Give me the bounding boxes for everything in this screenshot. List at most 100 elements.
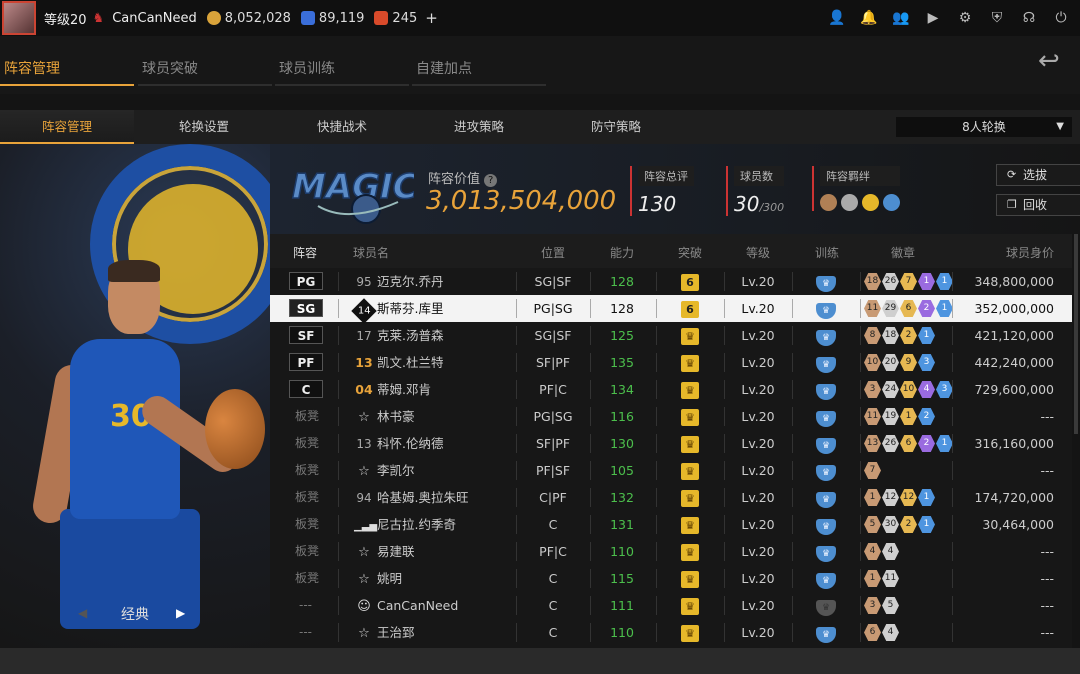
select-button[interactable]: ⟳ 选拔 — [996, 164, 1080, 186]
player-name[interactable]: 斯蒂芬.库里 — [377, 295, 443, 322]
video-icon[interactable]: ▶ — [922, 7, 944, 29]
table-row[interactable]: 板凳 ☆ 姚明 C 115 ♛ Lv.20 ♛ 1 11 --- — [270, 565, 1072, 592]
col-badges[interactable]: 徽章 — [891, 244, 915, 261]
training-shield-icon[interactable]: ♛ — [816, 600, 836, 616]
tab-player-breakthrough[interactable]: 球员突破 — [138, 52, 272, 86]
table-row[interactable]: 板凳 94 哈基姆.奥拉朱旺 C|PF 132 ♛ Lv.20 ♛ 1 12 12 1… — [270, 484, 1072, 511]
training-shield-icon[interactable]: ♛ — [816, 330, 836, 346]
player-name[interactable]: 科怀.伦纳德 — [377, 430, 443, 457]
training-shield-icon[interactable]: ♛ — [816, 627, 836, 643]
player-name[interactable]: 尼古拉.约季奇 — [377, 511, 456, 538]
crown-icon: ♛ — [681, 571, 699, 588]
table-row[interactable]: SF 17 克莱.汤普森 SG|SF 125 ♛ Lv.20 ♛ 8 18 2 1 4… — [270, 322, 1072, 349]
table-row[interactable]: 板凳 ☆ 易建联 PF|C 110 ♛ Lv.20 ♛ 44 --- — [270, 538, 1072, 565]
player-position: SF|PF — [535, 355, 571, 370]
table-row[interactable]: PF 13 凯文.杜兰特 SF|PF 135 ♛ Lv.20 ♛ 10 20 9 3 … — [270, 349, 1072, 376]
badge-hex: 30 — [882, 516, 899, 533]
table-row[interactable]: SG 14 斯蒂芬.库里 PG|SG 128 6 Lv.20 ♛ 11 29 6 2 1… — [270, 295, 1072, 324]
badge-hex: 11 — [864, 408, 881, 425]
col-level[interactable]: 等级 — [746, 244, 770, 261]
table-row[interactable]: --- ☺ CanCanNeed C 111 ♛ Lv.20 ♛ 35 --- — [270, 592, 1072, 619]
user-icon[interactable]: 👤 — [826, 7, 848, 29]
table-row[interactable]: PG 95 迈克尔.乔丹 SG|SF 128 6 Lv.20 ♛ 18 26 7 1 1… — [270, 268, 1072, 295]
player-name[interactable]: 姚明 — [377, 565, 402, 592]
friends-icon[interactable]: 👥 — [890, 7, 912, 29]
col-slot[interactable]: 阵容 — [293, 244, 317, 261]
recycle-button[interactable]: ❐ 回收 — [996, 194, 1080, 216]
col-training[interactable]: 训练 — [815, 244, 839, 261]
table-scrollbar[interactable] — [1074, 234, 1078, 434]
next-style-arrow-icon[interactable]: ▶ — [176, 606, 185, 620]
training-shield-icon[interactable]: ♛ — [816, 573, 836, 589]
player-name[interactable]: 蒂姆.邓肯 — [377, 376, 431, 403]
training-shield-icon[interactable]: ♛ — [816, 465, 836, 481]
training-shield-icon[interactable]: ♛ — [816, 411, 836, 427]
tab-player-training[interactable]: 球员训练 — [275, 52, 409, 86]
training-shield-icon[interactable]: ♛ — [816, 546, 836, 562]
player-market-value: 421,120,000 — [974, 328, 1054, 343]
bell-icon[interactable]: 🔔 — [858, 7, 880, 29]
table-row[interactable]: 板凳 13 科怀.伦纳德 SF|PF 130 ♛ Lv.20 ♛ 13 26 6 2 1… — [270, 430, 1072, 457]
headset-icon[interactable]: ☊ — [1018, 7, 1040, 29]
badge-hex: 3 — [918, 354, 935, 371]
col-value[interactable]: 球员身价 — [1006, 244, 1054, 261]
player-name[interactable]: 凯文.杜兰特 — [377, 349, 443, 376]
training-shield-icon[interactable]: ♛ — [816, 492, 836, 508]
player-level: Lv.20 — [741, 409, 775, 424]
power-icon[interactable]: ⏻ — [1050, 7, 1072, 29]
badge-hex: 10 — [864, 354, 881, 371]
col-breakthrough[interactable]: 突破 — [678, 244, 702, 261]
add-currency-button[interactable]: + — [425, 9, 438, 27]
table-row[interactable]: C 04 蒂姆.邓肯 PF|C 134 ♛ Lv.20 ♛ 3 24 10 4 3 72… — [270, 376, 1072, 403]
table-row[interactable]: 板凳 ☆ 李凯尔 PF|SF 105 ♛ Lv.20 ♛ 7 --- — [270, 457, 1072, 484]
crown-icon: ♛ — [681, 544, 699, 561]
player-name[interactable]: 迈克尔.乔丹 — [377, 268, 443, 295]
training-shield-icon[interactable]: ♛ — [816, 303, 836, 319]
col-position[interactable]: 位置 — [541, 244, 565, 261]
team-bonds-stat[interactable]: 阵容羁绊 — [812, 166, 900, 211]
player-name[interactable]: 哈基姆.奥拉朱旺 — [377, 484, 468, 511]
subtab-lineup[interactable]: 阵容管理 — [0, 110, 134, 144]
team-rating-stat: 阵容总评 130 — [630, 166, 694, 216]
subtab-offense[interactable]: 进攻策略 — [414, 110, 544, 144]
avatar[interactable] — [2, 1, 36, 35]
style-label: 经典 — [121, 607, 149, 623]
position-slot-badge: C — [289, 380, 323, 398]
player-position: SG|SF — [534, 274, 572, 289]
bench-slot-label: 板凳 — [295, 571, 320, 585]
player-market-value: 174,720,000 — [974, 490, 1054, 505]
table-row[interactable]: --- ☆ 王治郅 C 110 ♛ Lv.20 ♛ 64 --- — [270, 619, 1072, 646]
training-shield-icon[interactable]: ♛ — [816, 519, 836, 535]
overall-rating: 110 — [610, 544, 634, 559]
player-name[interactable]: 林书豪 — [377, 403, 415, 430]
col-name[interactable]: 球员名 — [353, 244, 389, 261]
subtab-quick-tactics[interactable]: 快捷战术 — [277, 110, 407, 144]
training-shield-icon[interactable]: ♛ — [816, 276, 836, 292]
player-position: C — [548, 571, 558, 586]
gear-icon[interactable]: ⚙ — [954, 7, 976, 29]
badge-hex: 4 — [882, 543, 899, 560]
table-row[interactable]: 板凳 ▁▃▅ 尼古拉.约季奇 C 131 ♛ Lv.20 ♛ 5 30 2 1 30,… — [270, 511, 1072, 538]
training-shield-icon[interactable]: ♛ — [816, 384, 836, 400]
subtab-rotation[interactable]: 轮换设置 — [139, 110, 269, 144]
table-row[interactable]: 板凳 ☆ 林书豪 PG|SG 116 ♛ Lv.20 ♛ 11 19 1 2 --- — [270, 403, 1072, 430]
player-level: Lv.20 — [741, 463, 775, 478]
badge-hex: 8 — [864, 327, 881, 344]
training-shield-icon[interactable]: ♛ — [816, 438, 836, 454]
tab-custom-points[interactable]: 自建加点 — [412, 52, 546, 86]
overall-rating: 131 — [610, 517, 634, 532]
back-arrow-icon[interactable]: ↩ — [1038, 48, 1072, 74]
training-shield-icon[interactable]: ♛ — [816, 357, 836, 373]
tab-lineup-management[interactable]: 阵容管理 — [0, 52, 134, 86]
team-rating-value: 130 — [638, 192, 677, 216]
rotation-dropdown[interactable]: 8人轮换 ▼ — [896, 117, 1072, 137]
bench-slot-label: 板凳 — [295, 517, 320, 531]
player-name[interactable]: 王治郅 — [377, 619, 415, 646]
shield-check-icon[interactable]: ⛨ — [986, 7, 1008, 29]
player-name[interactable]: 克莱.汤普森 — [377, 322, 443, 349]
player-name[interactable]: 李凯尔 — [377, 457, 415, 484]
subtab-defense[interactable]: 防守策略 — [551, 110, 681, 144]
col-overall[interactable]: 能力 — [610, 244, 634, 261]
player-name[interactable]: CanCanNeed — [377, 592, 458, 619]
player-name[interactable]: 易建联 — [377, 538, 415, 565]
